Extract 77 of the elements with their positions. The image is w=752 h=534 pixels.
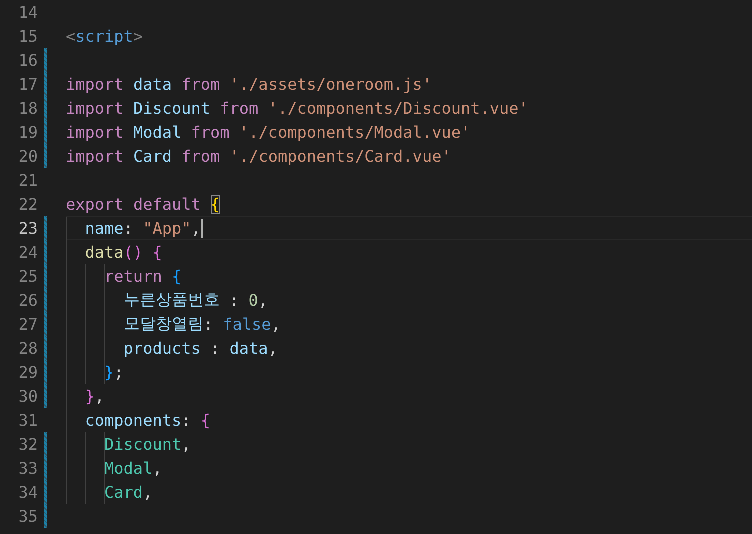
code-token: , (152, 458, 162, 478)
line-number: 33 (18, 458, 38, 478)
line-number: 21 (18, 170, 38, 190)
code-token: import (66, 122, 125, 142)
code-token: data (85, 242, 124, 262)
line-number: 16 (18, 50, 38, 70)
code-token: ; (114, 362, 124, 382)
line-number: 32 (18, 434, 38, 454)
line-number: 24 (18, 242, 38, 262)
line-number: 20 (18, 146, 38, 166)
line-number: 35 (18, 506, 38, 526)
code-token: 누른상품번호 (124, 290, 220, 310)
code-token: : (228, 290, 240, 310)
code-token: { (210, 194, 220, 214)
code-token: , (271, 314, 281, 334)
line-number: 17 (18, 74, 38, 94)
line-number: 25 (18, 266, 38, 286)
code-token: , (268, 338, 278, 358)
line-number: 15 (18, 26, 38, 46)
line-number: 14 (18, 2, 38, 22)
line-number: 26 (18, 290, 38, 310)
code-token: components (85, 410, 182, 430)
code-token: : (209, 338, 222, 358)
line-number: 22 (18, 194, 38, 214)
code-token: import (66, 146, 125, 166)
code-token: 모달창열림 (124, 314, 204, 334)
line-number: 31 (18, 410, 38, 430)
code-token: , (143, 482, 153, 502)
code-token: { (200, 410, 210, 430)
code-token: Discount (104, 434, 182, 454)
code-token: from (220, 98, 260, 118)
code-token: from (182, 74, 222, 94)
code-token: : (204, 314, 214, 334)
code-token: name (85, 218, 124, 238)
code-token: data (230, 338, 268, 358)
code-token: './assets/oneroom.js' (230, 74, 432, 94)
code-token: return (104, 266, 164, 286)
code-token: , (191, 218, 201, 238)
code-token: "App" (143, 218, 192, 238)
line-number: 19 (18, 122, 38, 142)
code-token: Modal (133, 122, 183, 142)
code-token: Modal (104, 458, 153, 478)
code-token: < (66, 26, 76, 46)
code-token: from (182, 146, 222, 166)
line-number: 30 (18, 386, 38, 406)
code-token: : (182, 410, 192, 430)
code-token: , (258, 290, 268, 310)
code-token: default (133, 194, 202, 214)
code-token: products (124, 338, 201, 358)
line-number: 18 (18, 98, 38, 118)
line-number: 23 (18, 218, 38, 238)
code-token: './components/Card.vue' (230, 146, 452, 166)
code-token: import (66, 98, 125, 118)
code-token: Discount (133, 98, 212, 118)
code-token: : (124, 218, 134, 238)
code-token: } (85, 386, 95, 406)
code-token: , (94, 386, 105, 406)
line-number: 27 (18, 314, 38, 334)
code-token: 0 (248, 290, 258, 310)
code-token: Card (104, 482, 144, 502)
code-token: export (66, 194, 125, 214)
code-token: , (182, 434, 192, 454)
line-number: 29 (18, 362, 38, 382)
code-token: './components/Modal.vue' (239, 122, 471, 142)
code-token: { (172, 266, 182, 286)
code-token: data (133, 74, 173, 94)
line-number: 28 (18, 338, 38, 358)
code-token: Card (133, 146, 173, 166)
code-token: './components/Discount.vue' (268, 98, 528, 118)
code-token: false (223, 314, 272, 334)
line-number: 34 (18, 482, 38, 502)
code-token: from (191, 122, 231, 142)
code-token: > (133, 26, 144, 46)
code-token: script (76, 26, 134, 46)
code-token: } (104, 362, 114, 382)
code-token: () { (124, 242, 162, 262)
code-token: import (66, 74, 125, 94)
